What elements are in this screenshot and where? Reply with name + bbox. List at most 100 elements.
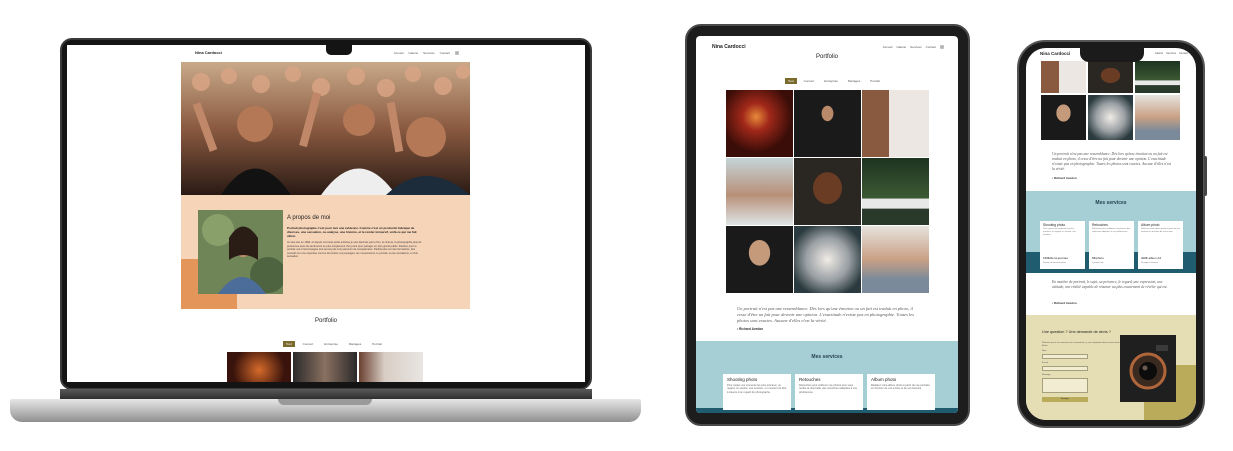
phone-side-button xyxy=(1204,156,1207,196)
instagram-icon[interactable] xyxy=(455,51,459,55)
phone-screen: Nina Cardocci Galerie Services Contact U… xyxy=(1026,48,1196,420)
nav-item-services[interactable]: Services xyxy=(423,51,435,55)
contact-submit-button[interactable]: Envoyer xyxy=(1042,397,1088,402)
service-price: 400€ album A4 xyxy=(1141,256,1162,260)
contact-title: Une question ? Une demande de devis ? xyxy=(1042,330,1111,334)
service-price: 150€/demi-journée xyxy=(1043,256,1069,260)
filter-tout[interactable]: Tout xyxy=(283,341,295,347)
filter-concert[interactable]: Concert xyxy=(801,78,818,84)
nav-item-contact[interactable]: Contact xyxy=(440,51,450,55)
service-card-retouches[interactable]: Retouches Retouches pour sublimer vos ph… xyxy=(1089,221,1134,269)
portfolio-photo-office-women[interactable] xyxy=(862,90,929,157)
quote-text: Un portrait n'est pas une ressemblance. … xyxy=(1052,152,1172,171)
portfolio-photo-concert-lights[interactable] xyxy=(726,90,793,157)
quote-text-2: En matière de portrait, le sujet, sa pré… xyxy=(1052,280,1168,289)
phone-nav: Galerie Services Contact xyxy=(1155,52,1188,55)
portfolio-photo-powder-dancer[interactable] xyxy=(1088,95,1133,140)
service-desc: Pour capter vos moments les plus précieu… xyxy=(727,384,787,394)
filter-tout[interactable]: Tout xyxy=(785,78,797,84)
portfolio-photo-powder-dancer[interactable] xyxy=(794,226,861,293)
laptop-opening-groove xyxy=(278,399,372,405)
service-desc: Retouches pour sublimer vos photos, des … xyxy=(1092,228,1131,233)
contact-name-field[interactable] xyxy=(1042,354,1088,359)
phone-notch xyxy=(1080,48,1144,62)
portfolio-photo-woman-glasses[interactable] xyxy=(726,226,793,293)
instagram-icon[interactable] xyxy=(940,45,944,49)
laptop-nav: Accueil Galerie Services Contact xyxy=(394,51,459,55)
service-desc: Réalisez votre album photo à partir de v… xyxy=(1141,228,1180,233)
contact-camera-photo xyxy=(1120,335,1176,402)
contact-label-message: Message xyxy=(1042,374,1051,376)
service-note: 5 photos min xyxy=(1092,262,1104,264)
site-brand[interactable]: Nina Cardocci xyxy=(195,50,222,55)
portfolio-thumb-portrait[interactable] xyxy=(359,352,423,382)
contact-message-field[interactable] xyxy=(1042,378,1088,393)
portfolio-photo-woman-laughing[interactable] xyxy=(1135,95,1180,140)
services-section: Mes services Shooting photo Pour capter … xyxy=(696,341,958,413)
portfolio-photo-man-portrait[interactable] xyxy=(794,158,861,225)
service-card-shooting[interactable]: Shooting photo Pour capter vos moments l… xyxy=(723,374,791,410)
quote-author-2: • Richard Avedon xyxy=(1052,301,1077,305)
service-card-shooting[interactable]: Shooting photo Pour capter vos moments l… xyxy=(1040,221,1085,269)
filter-portrait[interactable]: Portrait xyxy=(369,341,385,347)
nav-item-galerie[interactable]: Galerie xyxy=(1155,52,1163,55)
portfolio-photo-wedding[interactable] xyxy=(862,158,929,225)
nav-item-contact[interactable]: Contact xyxy=(926,45,936,49)
laptop-screen: Nina Cardocci Accueil Galerie Services C… xyxy=(67,45,585,382)
nav-item-galerie[interactable]: Galerie xyxy=(896,45,906,49)
service-card-album[interactable]: Album photo Réalisez votre album photo à… xyxy=(867,374,935,410)
about-section: A propos de moi Portrait photographe c'e… xyxy=(181,195,470,309)
filter-concert[interactable]: Concert xyxy=(300,341,317,347)
nav-item-accueil[interactable]: Accueil xyxy=(883,45,893,49)
quote-author: • Richard Avedon xyxy=(737,327,764,331)
portfolio-thumb-concert[interactable] xyxy=(227,352,291,382)
portfolio-photo-woman-glasses[interactable] xyxy=(1041,95,1086,140)
nav-item-services[interactable]: Services xyxy=(1166,52,1176,55)
portfolio-photo-office-women[interactable] xyxy=(1041,61,1086,93)
services-title: Mes services xyxy=(1095,200,1127,206)
service-note: 30 pages minimum xyxy=(1141,262,1158,264)
service-card-album[interactable]: Album photo Réalisez votre album photo à… xyxy=(1138,221,1183,269)
services-title: Mes services xyxy=(811,354,843,360)
portfolio-grid xyxy=(726,90,929,293)
service-name: Album photo xyxy=(871,377,897,382)
filter-mariages[interactable]: Mariages xyxy=(346,341,364,347)
about-title: A propos de moi xyxy=(287,215,331,221)
nav-item-galerie[interactable]: Galerie xyxy=(408,51,418,55)
service-note: Dossier de livraison inclus xyxy=(1043,262,1067,264)
portfolio-filters: Tout Concert Entreprise Mariages Portrai… xyxy=(283,341,385,347)
tablet-nav: Accueil Galerie Services Contact xyxy=(883,45,944,49)
contact-subtitle: N'hésitez pas à me contacter via ce form… xyxy=(1042,342,1120,347)
about-lead: Portrait photographe c'est pour moi une … xyxy=(287,226,417,238)
portfolio-title: Portfolio xyxy=(314,318,337,324)
service-card-retouches[interactable]: Retouches Retouches pour sublimer vos ph… xyxy=(795,374,863,410)
quote-text: Un portrait n'est pas une ressemblance. … xyxy=(737,306,915,323)
portfolio-photo-businessman[interactable] xyxy=(794,90,861,157)
laptop-camera-notch xyxy=(326,43,352,55)
portfolio-thumb-business[interactable] xyxy=(293,352,357,382)
portfolio-filters: Tout Concert Entreprise Mariages Portrai… xyxy=(785,78,883,84)
filter-entreprise[interactable]: Entreprise xyxy=(321,341,341,347)
device-mockup-scene: Nina Cardocci Accueil Galerie Services C… xyxy=(0,0,1233,451)
nav-item-accueil[interactable]: Accueil xyxy=(394,51,404,55)
site-brand[interactable]: Nina Cardocci xyxy=(712,44,746,50)
portfolio-photo-man-portrait[interactable] xyxy=(1088,61,1133,93)
about-body: Je suis née en 1994, et depuis ma toute … xyxy=(287,241,422,259)
service-name: Retouches xyxy=(1092,223,1108,227)
site-brand[interactable]: Nina Cardocci xyxy=(1040,51,1070,56)
filter-portrait[interactable]: Portrait xyxy=(867,78,883,84)
portfolio-photo-hands[interactable] xyxy=(726,158,793,225)
filter-entreprise[interactable]: Entreprise xyxy=(821,78,841,84)
service-price: 5€/photo xyxy=(1092,256,1104,260)
nav-item-contact[interactable]: Contact xyxy=(1179,52,1188,55)
about-portrait-photo xyxy=(198,210,283,294)
tablet-screen: Nina Cardocci Accueil Galerie Services C… xyxy=(696,36,958,413)
contact-email-field[interactable] xyxy=(1042,366,1088,371)
nav-item-services[interactable]: Services xyxy=(910,45,922,49)
service-desc: Retouches pour sublimer vos photos pour … xyxy=(799,384,857,394)
contact-label-email: E-mail xyxy=(1042,362,1048,364)
filter-mariages[interactable]: Mariages xyxy=(845,78,863,84)
portfolio-photo-woman-laughing[interactable] xyxy=(862,226,929,293)
contact-label-nom: Nom xyxy=(1042,350,1047,352)
portfolio-photo-wedding[interactable] xyxy=(1135,61,1180,93)
